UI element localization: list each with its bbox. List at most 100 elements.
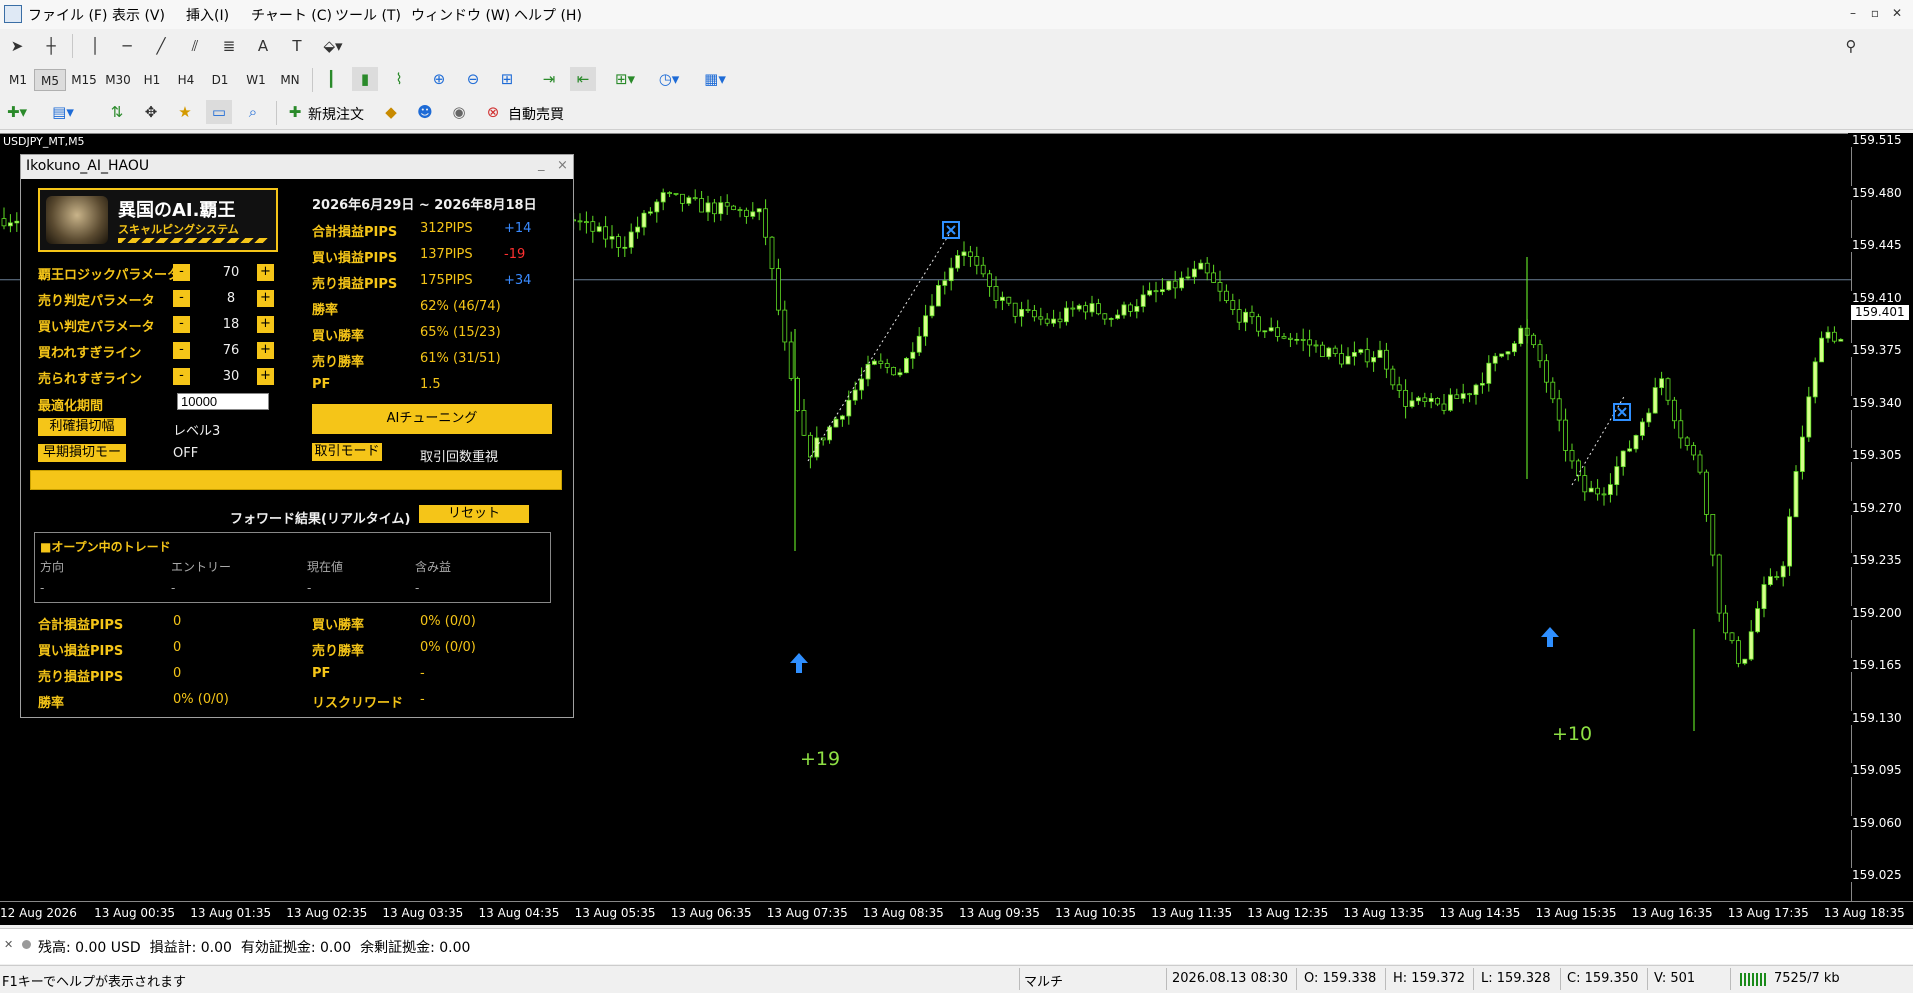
candle-body <box>1569 450 1575 462</box>
auto-trade-button[interactable]: 自動売買 <box>508 104 564 124</box>
profile-name[interactable]: マルチ <box>1024 971 1063 990</box>
param-plus-button[interactable]: + <box>257 264 274 281</box>
candle-body <box>1454 394 1460 399</box>
early-sl-button[interactable]: 早期損切モード <box>38 444 126 478</box>
param-plus-button[interactable]: + <box>257 368 274 385</box>
ea-panel[interactable]: Ikokuno_AI_HAOU _ × 異国のAI.覇王 スキャルピングシステム… <box>20 154 574 718</box>
trendline-icon[interactable]: ╱ <box>148 34 174 58</box>
periods-icon[interactable]: ◷▾ <box>656 67 682 91</box>
tf-w1[interactable]: W1 <box>240 69 272 91</box>
param-minus-button[interactable]: - <box>173 342 190 359</box>
current-price-tag: 159.401 <box>1851 305 1909 320</box>
candle-body <box>942 280 948 286</box>
navigator-icon[interactable]: ✥ <box>138 100 164 124</box>
param-plus-button[interactable]: + <box>257 342 274 359</box>
price-tick: 159.270 <box>1848 500 1913 515</box>
crosshair-icon[interactable]: ┼ <box>38 34 64 58</box>
tp-sl-button[interactable]: 利確損切幅 <box>38 418 126 436</box>
menu-window[interactable]: ウィンドウ (W) <box>411 5 510 25</box>
menu-insert[interactable]: 挿入(I) <box>186 5 229 25</box>
new-order-button[interactable]: 新規注文 <box>308 104 364 124</box>
reset-button[interactable]: リセット <box>419 505 529 523</box>
trade-mode-button[interactable]: 取引モード <box>312 443 382 461</box>
candle-body <box>1659 378 1664 389</box>
restore-icon[interactable]: ▫ <box>1864 6 1886 24</box>
menu-help[interactable]: ヘルプ (H) <box>514 5 582 25</box>
vps-icon[interactable]: ◉ <box>446 100 472 124</box>
shapes-icon[interactable]: ⬙▾ <box>320 34 346 58</box>
zoom-in-icon[interactable]: ⊕ <box>426 67 452 91</box>
tf-d1[interactable]: D1 <box>204 69 236 91</box>
tf-h4[interactable]: H4 <box>170 69 202 91</box>
auto-trade-icon[interactable]: ⊗ <box>480 100 506 124</box>
tf-m15[interactable]: M15 <box>68 69 100 91</box>
text-label-icon[interactable]: T <box>284 34 310 58</box>
terminal-icon[interactable]: ▭ <box>206 100 232 124</box>
strategy-tester-icon[interactable]: ⌕ <box>240 100 266 124</box>
candle-body <box>1550 381 1556 400</box>
candle-body <box>1032 310 1037 318</box>
profiles-icon[interactable]: ▤▾ <box>50 100 76 124</box>
market-watch-icon[interactable]: ⇅ <box>104 100 130 124</box>
param-minus-button[interactable]: - <box>173 368 190 385</box>
panel-minimize-icon[interactable]: _ <box>538 157 545 172</box>
app-icon[interactable] <box>4 5 22 23</box>
candle-body <box>1217 282 1223 292</box>
vertical-line-icon[interactable]: │ <box>82 34 108 58</box>
candle-body <box>980 264 986 275</box>
tile-windows-icon[interactable]: ⊞ <box>494 67 520 91</box>
candle-body <box>1544 360 1549 383</box>
horizontal-line-icon[interactable]: ─ <box>114 34 140 58</box>
candle-body <box>769 236 775 270</box>
channel-icon[interactable]: ⫽ <box>182 34 208 58</box>
autoscroll-icon[interactable]: ⇥ <box>536 67 562 91</box>
new-chart-icon[interactable]: ✚▾ <box>4 100 30 124</box>
templates-icon[interactable]: ▦▾ <box>702 67 728 91</box>
tf-m30[interactable]: M30 <box>102 69 134 91</box>
tf-h1[interactable]: H1 <box>136 69 168 91</box>
terminal-close-icon[interactable]: ✕ <box>4 938 13 951</box>
menu-chart[interactable]: チャート (C) <box>251 5 332 25</box>
param-minus-button[interactable]: - <box>173 316 190 333</box>
bar-chart-icon[interactable]: ┃ <box>318 67 344 91</box>
tf-m5[interactable]: M5 <box>34 69 66 91</box>
signals-icon[interactable]: ☻ <box>412 100 438 124</box>
chart-shift-icon[interactable]: ⇤ <box>570 67 596 91</box>
menu-file[interactable]: ファイル (F) <box>28 5 107 25</box>
param-plus-button[interactable]: + <box>257 290 274 307</box>
param-plus-button[interactable]: + <box>257 316 274 333</box>
tf-m1[interactable]: M1 <box>2 69 34 91</box>
param-label: 買い判定パラメータ <box>38 320 155 335</box>
opt-period-input[interactable] <box>177 393 269 410</box>
candle-body <box>1160 289 1165 293</box>
text-icon[interactable]: A <box>250 34 276 58</box>
candle-body <box>1211 272 1216 283</box>
cursor-icon[interactable]: ➤ <box>4 34 30 58</box>
param-minus-button[interactable]: - <box>173 264 190 281</box>
new-order-icon[interactable]: ✚ <box>282 100 308 124</box>
fibonacci-icon[interactable]: ≣ <box>216 34 242 58</box>
tf-mn[interactable]: MN <box>274 69 306 91</box>
menu-view[interactable]: 表示 (V) <box>112 5 165 25</box>
panel-titlebar[interactable]: Ikokuno_AI_HAOU _ × <box>21 155 573 179</box>
panel-close-icon[interactable]: × <box>557 158 568 173</box>
favorites-icon[interactable]: ★ <box>172 100 198 124</box>
candle-body <box>1691 445 1696 456</box>
candle-body <box>1582 475 1588 493</box>
candle-body <box>1153 290 1159 293</box>
candle-body <box>1128 304 1133 312</box>
indicators-icon[interactable]: ⊞▾ <box>612 67 638 91</box>
candle-body <box>1313 344 1319 347</box>
close-icon[interactable]: ✕ <box>1886 6 1908 24</box>
param-minus-button[interactable]: - <box>173 290 190 307</box>
line-chart-icon[interactable]: ⌇ <box>386 67 412 91</box>
minimize-icon[interactable]: – <box>1842 6 1864 24</box>
metaeditor-icon[interactable]: ◆ <box>378 100 404 124</box>
search-icon[interactable]: ⚲ <box>1838 34 1864 58</box>
candle-body <box>955 255 960 269</box>
menu-tools[interactable]: ツール (T) <box>335 5 401 25</box>
candlestick-icon[interactable]: ▮ <box>352 67 378 91</box>
ai-tuning-button[interactable]: AIチューニング <box>312 404 552 434</box>
candle-body <box>1448 394 1453 411</box>
zoom-out-icon[interactable]: ⊖ <box>460 67 486 91</box>
